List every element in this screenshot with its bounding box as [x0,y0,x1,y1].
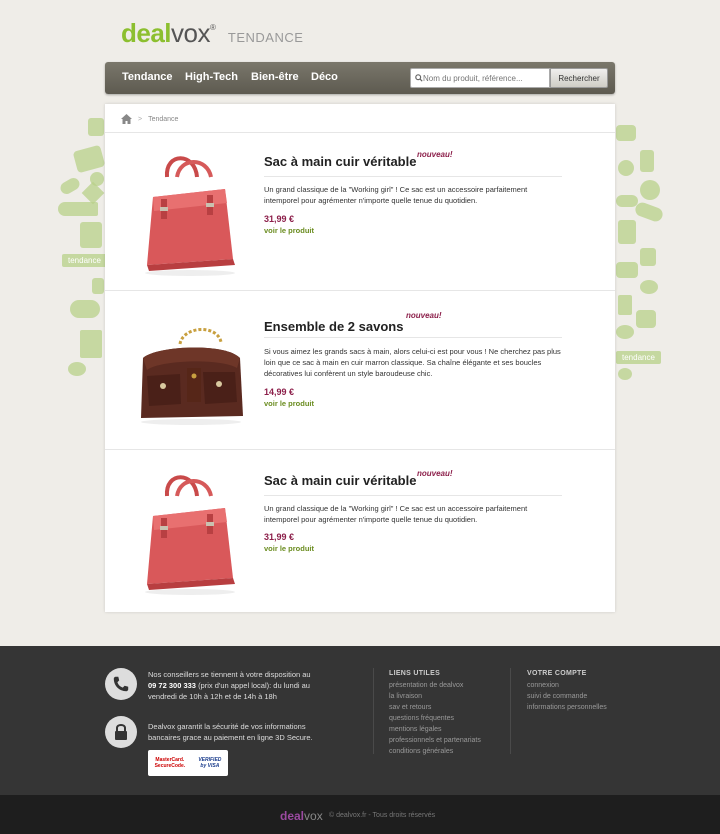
footer-logo-deal: deal [280,809,305,823]
phone-icon [105,668,137,700]
product-description: Un grand classique de la "Working girl" … [264,185,528,205]
lock-icon [105,716,137,748]
main-navbar: Tendance High-Tech Bien-être Déco Recher… [105,62,615,94]
product-title-divider [264,337,562,338]
nav-item-bien-etre[interactable]: Bien-être [251,71,299,83]
security-text-line2: bancaires grace au paiement en ligne 3D … [148,733,313,742]
product-title[interactable]: Sac à main cuir véritable [264,473,416,488]
search-input[interactable] [423,73,543,83]
new-badge: nouveau! [417,469,453,478]
breadcrumb-current[interactable]: Tendance [148,116,178,123]
account-title: VOTRE COMPTE [527,670,587,677]
footer-link-sav[interactable]: sav et retours [389,704,431,711]
footer: Nos conseillers se tiennent à votre disp… [0,646,720,795]
product-card: Ensemble de 2 savons nouveau! Si vous ai… [105,292,615,450]
mastercard-securecode-badge: MasterCard. SecureCode. [155,757,186,769]
new-badge: nouveau! [417,150,453,159]
verified-by-visa-badge: VERIFIED by VISA [198,757,221,769]
footer-divider [373,668,374,754]
copyright: © dealvox.fr - Tous droits réservés [329,812,436,819]
phone-text-line1: Nos conseillers se tiennent à votre disp… [148,670,311,679]
site-logo[interactable]: deal vox ® TENDANCE [121,18,303,48]
product-card: Sac à main cuir véritable nouveau! Un gr… [105,452,615,610]
section-name: TENDANCE [227,30,304,45]
product-price: 31,99 € [264,532,295,542]
search-box [410,68,550,88]
footer-link-livraison[interactable]: la livraison [389,693,422,700]
search-icon [415,74,423,82]
logo-deal-text: deal [121,18,172,48]
logo-vox-text: vox [171,18,210,48]
product-title[interactable]: Sac à main cuir véritable [264,154,416,169]
product-price: 31,99 € [264,214,295,224]
phone-text-line3: vendredi de 10h à 12h et de 14h à 18h [148,692,277,701]
home-icon[interactable] [121,114,132,124]
phone-text-line2: (prix d'un appel local): du lundi au [198,681,310,690]
nav-item-deco[interactable]: Déco [311,71,338,83]
product-image-red-handbag[interactable] [125,147,255,277]
view-product-link[interactable]: voir le produit [264,544,314,553]
phone-number[interactable]: 09 72 300 333 [148,681,196,690]
breadcrumb: > Tendance [121,114,178,124]
product-title[interactable]: Ensemble de 2 savons [264,319,403,334]
product-title-divider [264,176,562,177]
footer-logo[interactable]: dealvox [280,809,323,823]
footer-link-infos[interactable]: informations personnelles [527,704,607,711]
footer-link-faq[interactable]: questions fréquentes [389,715,454,722]
new-badge: nouveau! [406,311,442,320]
nav-item-tendance[interactable]: Tendance [122,71,173,83]
right-tendance-label: tendance [616,351,661,364]
product-image-brown-handbag[interactable] [125,306,255,436]
logo-registered-mark: ® [210,23,216,32]
footer-divider [510,668,511,754]
view-product-link[interactable]: voir le produit [264,226,314,235]
left-tendance-label: tendance [62,254,107,267]
mastercard-line2: SecureCode. [154,763,186,769]
product-title-divider [264,495,562,496]
footer-link-suivi[interactable]: suivi de commande [527,693,587,700]
footer-link-cgv[interactable]: conditions générales [389,748,453,755]
breadcrumb-separator: > [138,115,143,123]
useful-links-title: LIENS UTILES [389,670,441,677]
product-list-panel: > Tendance Sac à main cuir véritable nou… [105,104,615,612]
footer-link-presentation[interactable]: présentation de dealvox [389,682,463,689]
footer-link-pro[interactable]: professionnels et partenariats [389,737,481,744]
footer-logo-vox: vox [304,809,323,823]
product-card: Sac à main cuir véritable nouveau! Un gr… [105,133,615,291]
footer-link-connexion[interactable]: connexion [527,682,559,689]
footer-link-mentions[interactable]: mentions légales [389,726,442,733]
view-product-link[interactable]: voir le produit [264,399,314,408]
visa-line2: by VISA [200,763,220,769]
product-description: Un grand classique de la "Working girl" … [264,504,528,524]
search-button[interactable]: Rechercher [550,68,608,88]
security-text-line1: Dealvox garantit la sécurité de vos info… [148,722,306,731]
phone-info: Nos conseillers se tiennent à votre disp… [148,669,368,702]
payment-badges: MasterCard. SecureCode. VERIFIED by VISA [148,750,228,776]
product-price: 14,99 € [264,387,295,397]
nav-item-high-tech[interactable]: High-Tech [185,71,238,83]
security-info: Dealvox garantit la sécurité de vos info… [148,721,368,743]
product-image-red-handbag[interactable] [125,466,255,596]
product-description: Si vous aimez les grands sacs à main, al… [264,347,561,378]
